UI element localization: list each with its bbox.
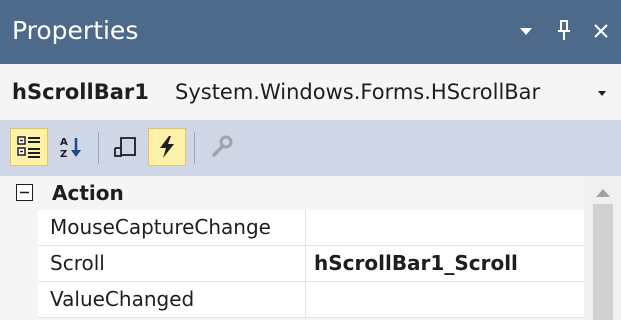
toolbar-separator	[98, 132, 99, 164]
collapse-icon[interactable]	[16, 184, 33, 201]
property-value[interactable]	[306, 282, 584, 317]
pin-icon[interactable]	[550, 14, 578, 48]
title-bar[interactable]: Properties	[0, 0, 621, 64]
scrollbar-thumb[interactable]	[593, 204, 613, 320]
property-name: Scroll	[38, 246, 306, 281]
property-name: ValueChanged	[38, 282, 306, 317]
property-value[interactable]: hScrollBar1_Scroll	[306, 246, 584, 281]
property-value[interactable]	[306, 210, 584, 245]
scroll-up-icon[interactable]	[594, 184, 612, 203]
lightning-icon[interactable]	[148, 128, 186, 166]
category-row[interactable]: Action	[0, 176, 584, 210]
object-name: hScrollBar1	[12, 80, 149, 104]
alphabetical-sort-icon[interactable]: A Z	[52, 128, 90, 166]
property-grid: Action MouseCaptureChange Scroll hScroll…	[0, 176, 621, 320]
object-selector[interactable]: hScrollBar1 System.Windows.Forms.HScroll…	[0, 64, 621, 121]
property-name: MouseCaptureChange	[38, 210, 306, 245]
chevron-down-icon[interactable]	[593, 84, 611, 102]
categorized-icon[interactable]	[10, 128, 48, 166]
property-row[interactable]: Scroll hScrollBar1_Scroll	[38, 246, 584, 282]
properties-toolbar: A Z	[0, 120, 621, 176]
wrench-icon[interactable]	[202, 128, 240, 166]
property-row[interactable]: ValueChanged	[38, 282, 584, 318]
properties-icon[interactable]	[106, 128, 144, 166]
category-label: Action	[52, 181, 124, 205]
close-icon[interactable]	[587, 14, 615, 48]
property-row[interactable]: MouseCaptureChange	[38, 210, 584, 246]
properties-window: Properties hScrollBar1 System.Windows.Fo…	[0, 0, 621, 320]
svg-text:A: A	[60, 137, 68, 148]
toolbar-separator	[194, 132, 195, 164]
dropdown-arrow-icon[interactable]	[512, 14, 540, 48]
object-type: System.Windows.Forms.HScrollBar	[175, 80, 541, 104]
vertical-scrollbar[interactable]	[584, 176, 621, 320]
svg-text:Z: Z	[60, 149, 67, 160]
window-title: Properties	[12, 16, 139, 45]
